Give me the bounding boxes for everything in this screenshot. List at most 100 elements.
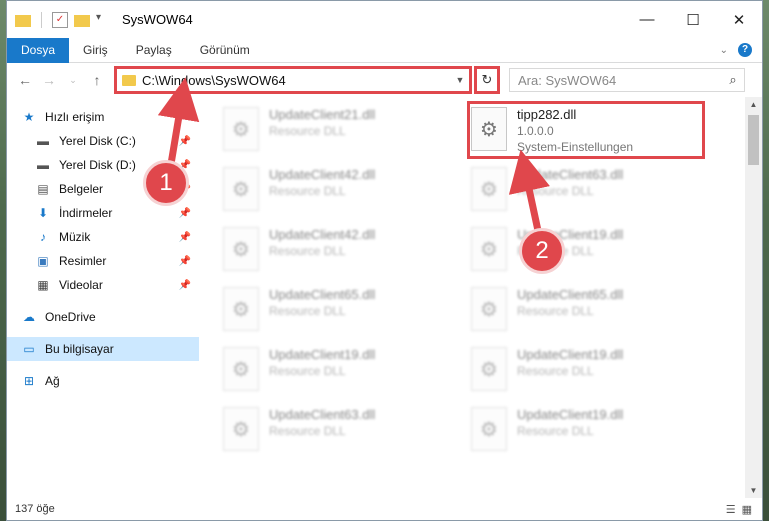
dll-file-icon: ⚙ [223,347,259,391]
large-icons-view-icon[interactable]: ▦ [742,503,752,516]
list-item[interactable]: ⚙ UpdateClient63.dll Resource DLL [471,163,701,219]
network-icon: ⊞ [23,374,35,388]
file-name: UpdateClient65.dll [517,287,624,302]
sidebar-item-label: Hızlı erişim [45,110,105,124]
file-name: UpdateClient42.dll [269,167,376,182]
file-type: Resource DLL [269,124,346,138]
list-item[interactable]: ⚙ UpdateClient65.dll Resource DLL [223,283,453,339]
file-name: UpdateClient42.dll [269,227,376,242]
list-item[interactable]: ⚙ UpdateClient19.dllResource DLL [471,223,701,279]
file-type: Resource DLL [269,424,346,438]
file-version: 1.0.0.0 [517,124,554,138]
file-type: Resource DLL [517,304,594,318]
help-icon[interactable]: ? [738,43,752,57]
address-bar[interactable]: C:\Windows\SysWOW64 ▼ [114,66,472,94]
properties-icon[interactable]: ✓ [52,11,68,28]
sidebar-item-pictures[interactable]: ▣ Resimler 📌 [7,249,199,273]
pin-icon[interactable]: 📌 [179,256,191,267]
download-icon: ⬇ [37,206,49,220]
pin-icon[interactable]: 📌 [179,232,191,243]
file-name: UpdateClient19.dll [517,347,624,362]
new-folder-icon[interactable] [74,14,90,27]
sidebar-item-label: Videolar [59,278,103,292]
address-row: ← → ⌄ ↑ C:\Windows\SysWOW64 ▼ ↻ Ara: Sys… [7,63,762,97]
file-type: Resource DLL [517,184,594,198]
sidebar-item-quick-access[interactable]: ★ Hızlı erişim [7,105,199,129]
search-icon[interactable]: ⌕ [722,72,744,88]
pin-icon[interactable]: 📌 [179,208,191,219]
sidebar-item-label: Müzik [59,230,91,244]
close-button[interactable]: ✕ [716,1,762,38]
list-item[interactable]: ⚙ UpdateClient65.dll Resource DLL [471,283,701,339]
list-item[interactable]: ⚙ UpdateClient19.dllResource DLL [223,343,453,399]
sidebar-item-label: OneDrive [45,310,96,324]
file-name: UpdateClient63.dll [269,407,376,422]
sidebar-item-music[interactable]: ♪ Müzik 📌 [7,225,199,249]
sidebar-item-this-pc[interactable]: ▭ Bu bilgisayar [7,337,199,361]
item-count: 137 öğe [15,503,55,515]
dll-file-icon: ⚙ [223,407,259,451]
tab-share[interactable]: Paylaş [122,38,186,63]
music-icon: ♪ [40,230,46,244]
sidebar-item-onedrive[interactable]: ☁ OneDrive [7,305,199,329]
title-bar: ✓ ▾ SysWOW64 — ☐ ✕ [7,1,762,38]
folder-icon [15,14,31,27]
dll-file-icon: ⚙ [471,347,507,391]
pin-icon[interactable]: 📌 [179,136,191,147]
pin-icon[interactable]: 📌 [179,280,191,291]
search-input[interactable]: Ara: SysWOW64 ⌕ [509,68,745,92]
sidebar-item-label: Resimler [59,254,107,268]
scroll-up-icon[interactable]: ▲ [745,100,762,109]
sidebar-item-label: Yerel Disk (C:) [59,134,136,148]
tab-file[interactable]: Dosya [7,37,70,63]
tab-home[interactable]: Giriş [69,38,122,63]
callout-badge-2: 2 [519,228,565,274]
file-list: ⚙ UpdateClient21.dll Resource DLL ⚙ Updat… [199,97,762,498]
file-name: UpdateClient63.dll [517,167,624,182]
file-type: Resource DLL [269,184,346,198]
file-type: Resource DLL [517,364,594,378]
window-title: SysWOW64 [122,12,193,27]
scroll-thumb[interactable] [748,115,759,165]
back-arrow-icon[interactable]: ← [13,72,37,88]
list-item[interactable]: ⚙ UpdateClient19.dll Resource DLL [471,343,701,399]
tab-view[interactable]: Görünüm [186,38,264,63]
maximize-button[interactable]: ☐ [670,1,716,38]
sidebar-item-videos[interactable]: ▦ Videolar 📌 [7,273,199,297]
list-item[interactable]: ⚙ UpdateClient19.dllResource DLL [471,403,701,459]
list-item[interactable]: ⚙ UpdateClient63.dll Resource DLL [223,403,453,459]
list-item[interactable]: ⚙ UpdateClient21.dll Resource DLL [223,103,453,159]
sidebar-item-label: Belgeler [59,182,104,196]
expand-ribbon-icon[interactable]: ⌄ [720,45,728,56]
list-item[interactable]: ⚙ UpdateClient42.dll Resource DLL [223,163,453,219]
quick-access-toolbar: ✓ ▾ [7,11,112,28]
address-highlight [114,66,472,94]
file-type: Resource DLL [269,364,346,378]
drive-icon: ▬ [37,158,49,172]
file-name: tipp282.dll [517,107,577,122]
vertical-scrollbar[interactable]: ▲ ▼ [745,97,762,498]
status-bar: 137 öğe ☰ ▦ [7,498,762,520]
file-description: System-Einstellungen [517,140,634,154]
dll-file-icon: ⚙ [223,107,259,151]
file-name: UpdateClient21.dll [269,107,376,122]
forward-arrow-icon[interactable]: → [37,72,61,88]
sidebar-item-network[interactable]: ⊞ Ağ [7,369,199,393]
details-view-icon[interactable]: ☰ [726,503,736,516]
list-item-tipp282[interactable]: ⚙ tipp282.dll 1.0.0.0 System-Einstellung… [471,103,701,159]
customize-toolbar-icon[interactable]: ▾ [96,12,112,28]
videos-icon: ▦ [37,278,49,292]
content-area: ★ Hızlı erişim ▬ Yerel Disk (C:) 📌 ▬ Yer… [7,97,762,498]
minimize-button[interactable]: — [624,1,670,38]
sidebar-item-label: İndirmeler [59,206,113,220]
search-placeholder: Ara: SysWOW64 [518,72,617,88]
computer-icon: ▭ [23,342,35,356]
refresh-button[interactable]: ↻ [474,66,500,94]
scroll-down-icon[interactable]: ▼ [745,486,762,495]
up-arrow-icon[interactable]: ↑ [85,72,109,88]
recent-dropdown-icon[interactable]: ⌄ [61,75,85,86]
dll-file-icon: ⚙ [223,167,259,211]
dll-file-icon: ⚙ [223,287,259,331]
list-item[interactable]: ⚙ UpdateClient42.dll Resource DLL [223,223,453,279]
sidebar-item-disk-c[interactable]: ▬ Yerel Disk (C:) 📌 [7,129,199,153]
